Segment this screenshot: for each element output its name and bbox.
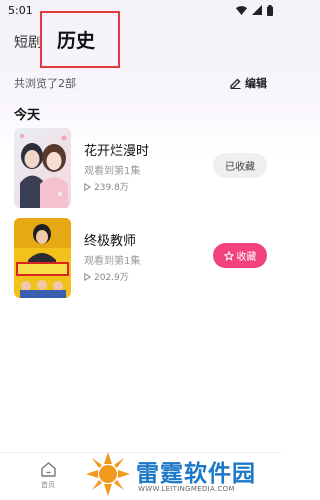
play-icon xyxy=(84,182,91,191)
edit-label: 编辑 xyxy=(245,77,267,90)
star-icon xyxy=(223,250,234,261)
wifi-icon xyxy=(236,5,247,15)
watch-progress: 观看到第1集 xyxy=(84,256,141,267)
view-count: 239.8万 xyxy=(84,180,129,193)
summary-row: 共浏览了2部 编辑 xyxy=(14,74,267,92)
tab-short-drama[interactable]: 短剧 xyxy=(14,32,42,52)
sun-logo-icon xyxy=(86,452,130,496)
view-count-value: 202.9万 xyxy=(94,273,129,283)
drama-title: 花开烂漫时 xyxy=(84,144,150,159)
play-icon xyxy=(84,272,91,281)
edit-button[interactable]: 编辑 xyxy=(230,75,267,91)
poster-image-teacher xyxy=(14,218,71,298)
browse-count: 共浏览了2部 xyxy=(14,77,76,90)
history-item[interactable]: 终极教师 观看到第1集 202.9万 收藏 xyxy=(14,218,267,298)
tab-history-label: 历史 xyxy=(56,30,95,52)
nav-home-label: 首页 xyxy=(41,481,55,489)
top-tab-bar: 短剧 xyxy=(14,30,42,54)
history-item[interactable]: 花开烂漫时 观看到第1集 239.8万 已收藏 xyxy=(14,128,267,208)
signal-icon xyxy=(252,5,262,15)
poster-image-romance xyxy=(14,128,71,208)
view-count-value: 239.8万 xyxy=(94,183,129,193)
drama-poster[interactable] xyxy=(14,218,71,298)
tab-history[interactable]: 历史 xyxy=(40,11,120,68)
drama-title: 终极教师 xyxy=(84,234,137,249)
watermark-url: WWW.LEITINGMEDIA.COM xyxy=(138,485,235,493)
drama-poster[interactable] xyxy=(14,128,71,208)
battery-icon xyxy=(267,4,273,16)
watermark: 雷霆软件园 WWW.LEITINGMEDIA.COM xyxy=(84,448,281,500)
pencil-icon xyxy=(230,78,241,89)
nav-home[interactable]: 首页 xyxy=(30,461,66,490)
section-title-today: 今天 xyxy=(14,108,41,123)
home-icon xyxy=(40,462,56,477)
watermark-brand: 雷霆软件园 xyxy=(136,461,256,487)
collected-label: 已收藏 xyxy=(225,162,255,173)
collected-button[interactable]: 已收藏 xyxy=(213,153,267,178)
collect-button[interactable]: 收藏 xyxy=(213,243,267,268)
status-time: 5:01 xyxy=(8,3,33,17)
collect-label: 收藏 xyxy=(236,252,257,263)
view-count: 202.9万 xyxy=(84,270,129,283)
watch-progress: 观看到第1集 xyxy=(84,166,141,177)
status-icons xyxy=(236,4,273,16)
